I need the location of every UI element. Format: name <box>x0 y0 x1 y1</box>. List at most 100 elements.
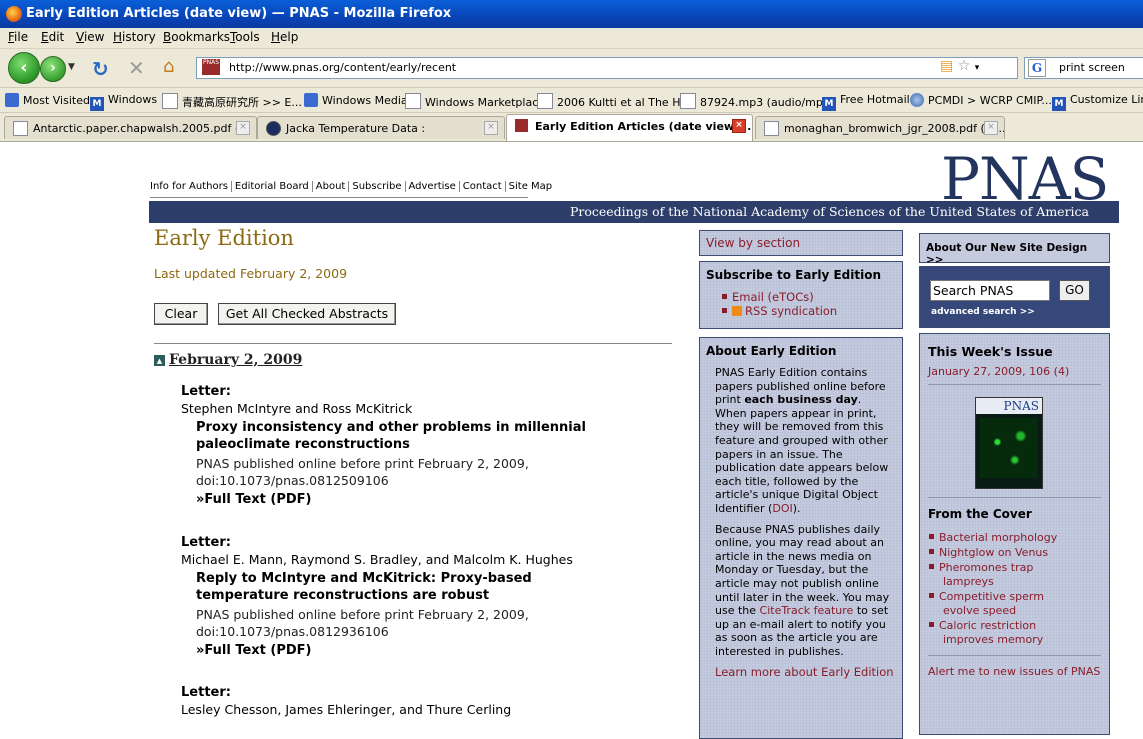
google-search-icon[interactable]: G <box>1028 59 1046 77</box>
bookmark-itp[interactable]: 青藏高原研究所 >> E... <box>162 93 302 110</box>
subscribe-box: Subscribe to Early Edition Email (eTOCs)… <box>699 261 903 329</box>
nav-about[interactable]: About <box>312 181 350 192</box>
tab-bar: Antarctic.paper.chapwalsh.2005.pdf (... … <box>0 113 1143 142</box>
date-heading[interactable]: ▲ February 2, 2009 <box>154 352 302 368</box>
nav-advertise[interactable]: Advertise <box>405 181 460 192</box>
rss-bookmark-icons[interactable]: ▤ ☆ ▾ <box>940 58 979 74</box>
nav-subscribe[interactable]: Subscribe <box>349 181 406 192</box>
firefox-icon <box>6 6 22 22</box>
page-title: Early Edition <box>154 226 294 250</box>
menu-file[interactable]: File <box>8 30 28 44</box>
doi-link[interactable]: DOI <box>772 502 792 515</box>
menu-view[interactable]: View <box>76 30 104 44</box>
bookmark-pcmdi[interactable]: PCMDI > WCRP CMIP... <box>910 93 1052 107</box>
menu-bookmarks[interactable]: Bookmarks <box>163 30 230 44</box>
site-banner: Proceedings of the National Academy of S… <box>149 201 1119 223</box>
bookmark-customize[interactable]: MCustomize Links <box>1052 93 1143 111</box>
about-design-link[interactable]: About Our New Site Design >> <box>926 242 1103 266</box>
cover-image[interactable]: PNAS <box>975 397 1043 489</box>
cover-item[interactable]: Bacterial morphology <box>929 531 1109 545</box>
nav-contact[interactable]: Contact <box>459 181 506 192</box>
article-title[interactable]: Reply to McIntyre and McKitrick: Proxy-b… <box>196 570 626 604</box>
clear-button[interactable]: Clear <box>154 303 208 325</box>
page-icon <box>537 93 553 109</box>
tab-monaghan-pdf[interactable]: monaghan_bromwich_jgr_2008.pdf (ap... × <box>755 116 1005 139</box>
from-cover-heading: From the Cover <box>928 507 1032 521</box>
citetrack-link[interactable]: CiteTrack feature <box>760 604 854 617</box>
history-dropdown-icon[interactable]: ▼ <box>68 62 75 72</box>
get-abstracts-button[interactable]: Get All Checked Abstracts <box>218 303 396 325</box>
article-authors: Stephen McIntyre and Ross McKitrick <box>181 401 413 416</box>
url-text[interactable]: http://www.pnas.org/content/early/recent <box>229 61 456 74</box>
stop-icon[interactable]: ✕ <box>128 56 145 80</box>
window-title: Early Edition Articles (date view) — PNA… <box>26 6 452 21</box>
nav-info-authors[interactable]: Info for Authors <box>150 181 232 192</box>
go-button[interactable]: GO <box>1059 280 1090 301</box>
article-type: Letter: <box>181 384 231 399</box>
article-published: PNAS published online before print Febru… <box>196 607 529 639</box>
tab-early-edition[interactable]: Early Edition Articles (date view) ... × <box>506 114 753 141</box>
rss-link[interactable]: RSS syndication <box>722 304 902 318</box>
feed-icon[interactable]: ▤ <box>940 58 953 74</box>
cover-item[interactable]: Nightglow on Venus <box>929 546 1109 560</box>
menu-history[interactable]: History <box>113 30 156 44</box>
cover-item[interactable]: Caloric restriction improves memory <box>929 619 1083 647</box>
pnas-favicon-icon: PNAS <box>202 59 220 75</box>
tab-jacka[interactable]: Jacka Temperature Data : × <box>257 116 505 139</box>
site-topnav: Info for Authors Editorial Board About Subs… <box>150 181 555 192</box>
issue-box: This Week's Issue January 27, 2009, 106 … <box>919 333 1110 735</box>
full-text-link[interactable]: »Full Text (PDF) <box>196 643 681 658</box>
nav-editorial-board[interactable]: Editorial Board <box>231 181 313 192</box>
star-icon[interactable]: ☆ <box>958 58 971 74</box>
subscribe-heading: Subscribe to Early Edition <box>706 268 881 282</box>
bookmark-mp3[interactable]: 87924.mp3 (audio/mp... <box>680 93 833 109</box>
article-authors: Michael E. Mann, Raymond S. Bradley, and… <box>181 552 573 567</box>
nav-site-map[interactable]: Site Map <box>506 181 555 192</box>
back-button[interactable]: ‹ <box>8 52 40 84</box>
most-visited-icon <box>5 93 19 107</box>
site-search-input[interactable]: Search PNAS <box>930 280 1050 301</box>
bookmark-windows-marketplace[interactable]: Windows Marketplace <box>405 93 545 109</box>
close-tab-icon[interactable]: × <box>484 121 498 135</box>
close-tab-icon[interactable]: × <box>236 121 250 135</box>
article-title[interactable]: Proxy inconsistency and other problems i… <box>196 419 626 453</box>
collapse-icon[interactable]: ▲ <box>154 355 165 366</box>
menu-edit[interactable]: Edit <box>41 30 64 44</box>
article-type: Letter: <box>181 535 231 550</box>
tab-antarctic-pdf[interactable]: Antarctic.paper.chapwalsh.2005.pdf (... … <box>4 116 257 139</box>
page-icon <box>162 93 178 109</box>
page-icon <box>405 93 421 109</box>
menu-help[interactable]: Help <box>271 30 298 44</box>
menu-tools[interactable]: Tools <box>230 30 260 44</box>
cover-item[interactable]: Pheromones trap lampreys <box>929 561 1083 589</box>
page-icon <box>680 93 696 109</box>
article-published: PNAS published online before print Febru… <box>196 456 529 488</box>
bookmark-most-visited[interactable]: Most Visited <box>5 93 90 107</box>
email-link[interactable]: Email (eTOCs) <box>722 290 902 304</box>
search-input[interactable]: print screen <box>1059 61 1125 74</box>
last-updated: Last updated February 2, 2009 <box>154 266 348 281</box>
bookmark-windows[interactable]: M Windows <box>90 93 157 111</box>
full-text-link[interactable]: »Full Text (PDF) <box>196 492 681 507</box>
close-tab-icon[interactable]: × <box>732 119 746 133</box>
url-dropdown-icon[interactable]: ▾ <box>975 63 980 73</box>
view-by-section-box: View by section <box>699 230 903 256</box>
advanced-search-link[interactable]: advanced search >> <box>931 307 1035 317</box>
bullet-icon <box>722 294 727 299</box>
home-icon[interactable]: ⌂ <box>163 56 174 77</box>
msn-icon: M <box>90 97 104 111</box>
bookmark-windows-media[interactable]: Windows Media <box>304 93 408 107</box>
forward-button[interactable]: › <box>40 56 66 82</box>
article-item: Letter: Stephen McIntyre and Ross McKitr… <box>181 384 681 507</box>
alert-link[interactable]: Alert me to new issues of PNAS <box>928 664 1101 679</box>
view-by-section-link[interactable]: View by section <box>706 236 896 250</box>
bookmark-hotmail[interactable]: M Free Hotmail <box>822 93 910 111</box>
bookmark-kultti[interactable]: 2006 Kultti et al The H... <box>537 93 691 109</box>
learn-more-link[interactable]: Learn more about Early Edition <box>715 666 896 680</box>
issue-date-link[interactable]: January 27, 2009, 106 (4) <box>928 365 1101 378</box>
topnav-underline <box>150 197 528 198</box>
close-tab-icon[interactable]: × <box>984 121 998 135</box>
about-early-edition-box: About Early Edition PNAS Early Edition c… <box>699 337 903 739</box>
cover-item[interactable]: Competitive sperm evolve speed <box>929 590 1083 618</box>
reload-icon[interactable]: ↻ <box>92 57 109 81</box>
